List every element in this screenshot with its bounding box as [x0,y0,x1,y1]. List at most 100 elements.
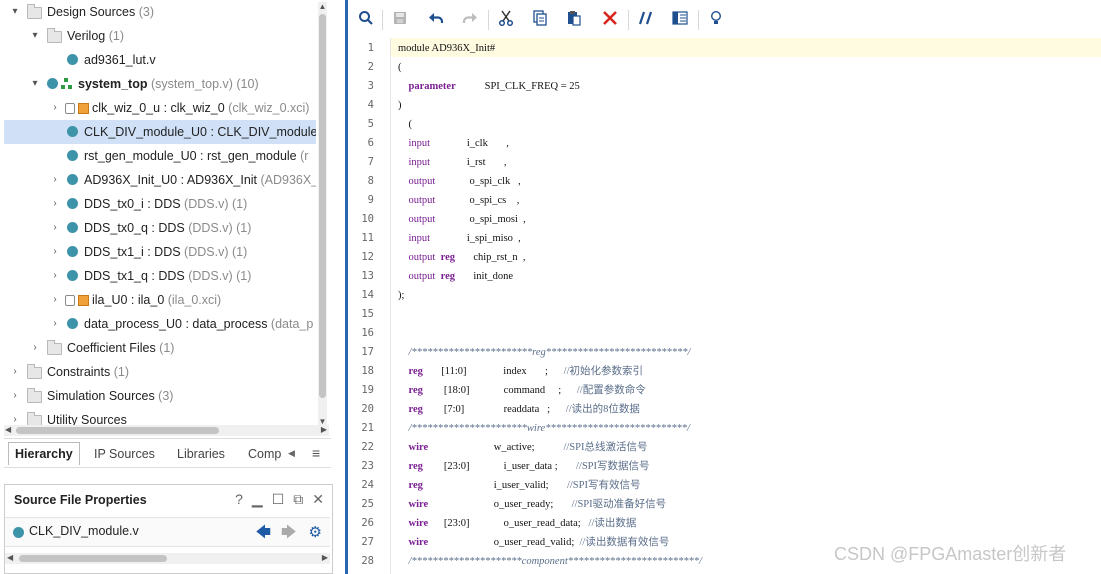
code-line[interactable]: input i_clk , [398,134,509,153]
code-line[interactable]: wire [23:0] o_user_read_data; //读出数据 [398,514,637,533]
code-token: output [408,252,436,263]
selected-file-row[interactable]: CLK_DIV_module.v 🡄 🡆 ⚙ [5,517,330,547]
cut-icon[interactable] [496,10,516,30]
scroll-right-arrow-icon[interactable]: ▶ [321,425,327,434]
scroll-left-arrow-icon[interactable]: ◀ [5,425,11,434]
copy-icon[interactable] [530,10,550,30]
scroll-right-arrow-icon[interactable]: ▶ [322,553,328,562]
chevron-right-icon[interactable]: › [50,168,60,192]
tab-compile-order[interactable]: Comp [242,443,287,465]
tree-item[interactable]: › Constraints (1) [4,360,316,384]
scroll-up-arrow-icon[interactable]: ▲ [318,2,327,11]
tab-ip-sources[interactable]: IP Sources [88,443,161,465]
gear-icon[interactable]: ⚙ [309,524,322,541]
chevron-right-icon[interactable]: › [50,288,60,312]
line-number: 11 [361,232,374,244]
tree-item[interactable]: › Coefficient Files (1) [4,336,316,360]
chevron-right-icon[interactable]: › [50,312,60,336]
code-line[interactable]: parameter SPI_CLK_FREQ = 25 [398,77,580,96]
code-line[interactable]: output o_spi_cs , [398,191,520,210]
code-line[interactable]: /***********************reg*************… [398,343,691,362]
chevron-down-icon[interactable]: ▾ [10,0,20,24]
tree-item[interactable]: › Simulation Sources (3) [4,384,316,408]
chevron-right-icon[interactable]: › [50,96,60,120]
code-line[interactable]: reg [18:0] command ; //配置参数命令 [398,381,646,400]
chevron-right-icon[interactable]: › [50,216,60,240]
delete-icon[interactable] [600,10,620,30]
minimize-icon[interactable]: ▁ [252,491,263,507]
scroll-left-arrow-icon[interactable]: ◀ [7,553,13,562]
help-icon[interactable]: ? [235,491,243,507]
tree-horizontal-scrollbar[interactable]: ◀ ▶ [4,425,329,436]
toggle-comment-icon[interactable] [636,10,656,30]
code-line[interactable]: output o_spi_mosi , [398,210,526,229]
chevron-right-icon[interactable]: › [50,264,60,288]
code-editor[interactable]: 1 2 3 4 5 6 7 8 9 10 11 12 13 14 15 16 17 18 19 20 21 22 23 24 2… [348,38,1101,574]
scroll-thumb[interactable] [16,427,219,434]
code-token: i_user_valid; [422,480,567,491]
tab-hierarchy[interactable]: Hierarchy [8,442,80,465]
code-line[interactable]: wire w_active; //SPI总线激活信号 [398,438,648,457]
lightbulb-icon[interactable] [706,10,726,30]
hierarchy-tree: ▾ Design Sources (3) ▾ Verilog (1) ad9361_lu… [4,0,331,436]
chevron-right-icon[interactable]: › [10,384,20,408]
tree-item[interactable]: rst_gen_module_U0 : rst_gen_module (r [4,144,316,168]
tree-item[interactable]: › DDS_tx0_q : DDS (DDS.v) (1) [4,216,316,240]
save-icon[interactable] [390,10,410,30]
tree-item[interactable]: ▾ Design Sources (3) [4,0,316,24]
tree-item[interactable]: ▾ Verilog (1) [4,24,316,48]
undo-icon[interactable] [426,10,446,30]
tree-item[interactable]: › DDS_tx1_q : DDS (DDS.v) (1) [4,264,316,288]
code-line[interactable]: module AD936X_Init# [398,39,495,58]
code-line[interactable]: ) [398,96,402,115]
tree-vertical-scrollbar[interactable]: ▲ ▼ [318,2,327,426]
code-line[interactable]: wire o_user_ready; //SPI驱动准备好信号 [398,495,667,514]
chevron-right-icon[interactable]: › [50,192,60,216]
code-line[interactable]: ( [398,58,402,77]
tree-item[interactable]: › AD936X_Init_U0 : AD936X_Init (AD936X_ [4,168,316,192]
back-arrow-icon[interactable]: 🡄 [256,524,272,541]
paste-icon[interactable] [564,10,584,30]
tab-menu-icon[interactable]: ≡ [312,442,320,464]
code-line[interactable]: ); [398,286,404,305]
close-icon[interactable]: ✕ [312,491,324,507]
scroll-thumb[interactable] [19,555,167,562]
code-line[interactable]: reg [7:0] readdata ; //读出的8位数据 [398,400,640,419]
chevron-down-icon[interactable]: ▾ [30,24,40,48]
code-line[interactable]: wire o_user_read_valid; //读出数据有效信号 [398,533,670,552]
chevron-right-icon[interactable]: › [10,360,20,384]
column-select-icon[interactable] [670,10,690,30]
code-line[interactable]: output reg init_done [398,267,514,286]
chevron-down-icon[interactable]: ▾ [30,72,40,96]
float-icon[interactable]: ⧉ [293,491,303,507]
forward-arrow-icon[interactable]: 🡆 [281,524,297,541]
chevron-right-icon[interactable]: › [30,336,40,360]
tree-item[interactable]: › ila_U0 : ila_0 (ila_0.xci) [4,288,316,312]
tab-overflow-icon[interactable]: ◀ [288,442,295,464]
scroll-thumb[interactable] [319,14,326,398]
line-number: 10 [361,213,374,225]
code-line[interactable]: input i_rst , [398,153,507,172]
code-line[interactable]: ( [398,115,413,134]
code-line[interactable]: /*********************component*********… [398,552,702,571]
code-line[interactable]: /**********************wire*************… [398,419,690,438]
tree-item[interactable]: › clk_wiz_0_u : clk_wiz_0 (clk_wiz_0.xci) [4,96,316,120]
code-line[interactable]: reg [11:0] index ; //初始化参数索引 [398,362,644,381]
tree-item[interactable]: ad9361_lut.v [4,48,316,72]
properties-horizontal-scrollbar[interactable]: ◀ ▶ [5,553,330,564]
tab-libraries[interactable]: Libraries [171,443,231,465]
code-line[interactable]: reg i_user_valid; //SPI写有效信号 [398,476,641,495]
search-icon[interactable] [356,10,376,30]
code-line[interactable]: input i_spi_miso , [398,229,521,248]
tree-item[interactable]: ▾ system_top (system_top.v) (10) [4,72,316,96]
tree-item[interactable]: › DDS_tx1_i : DDS (DDS.v) (1) [4,240,316,264]
code-line[interactable]: reg [23:0] i_user_data ; //SPI写数据信号 [398,457,650,476]
tree-item[interactable]: CLK_DIV_module_U0 : CLK_DIV_module [4,120,316,144]
redo-icon[interactable] [460,10,480,30]
code-line[interactable]: output o_spi_clk , [398,172,521,191]
tree-item[interactable]: › data_process_U0 : data_process (data_p [4,312,316,336]
tree-item[interactable]: › DDS_tx0_i : DDS (DDS.v) (1) [4,192,316,216]
chevron-right-icon[interactable]: › [50,240,60,264]
code-line[interactable]: output reg chip_rst_n , [398,248,526,267]
maximize-icon[interactable]: ☐ [272,491,285,507]
